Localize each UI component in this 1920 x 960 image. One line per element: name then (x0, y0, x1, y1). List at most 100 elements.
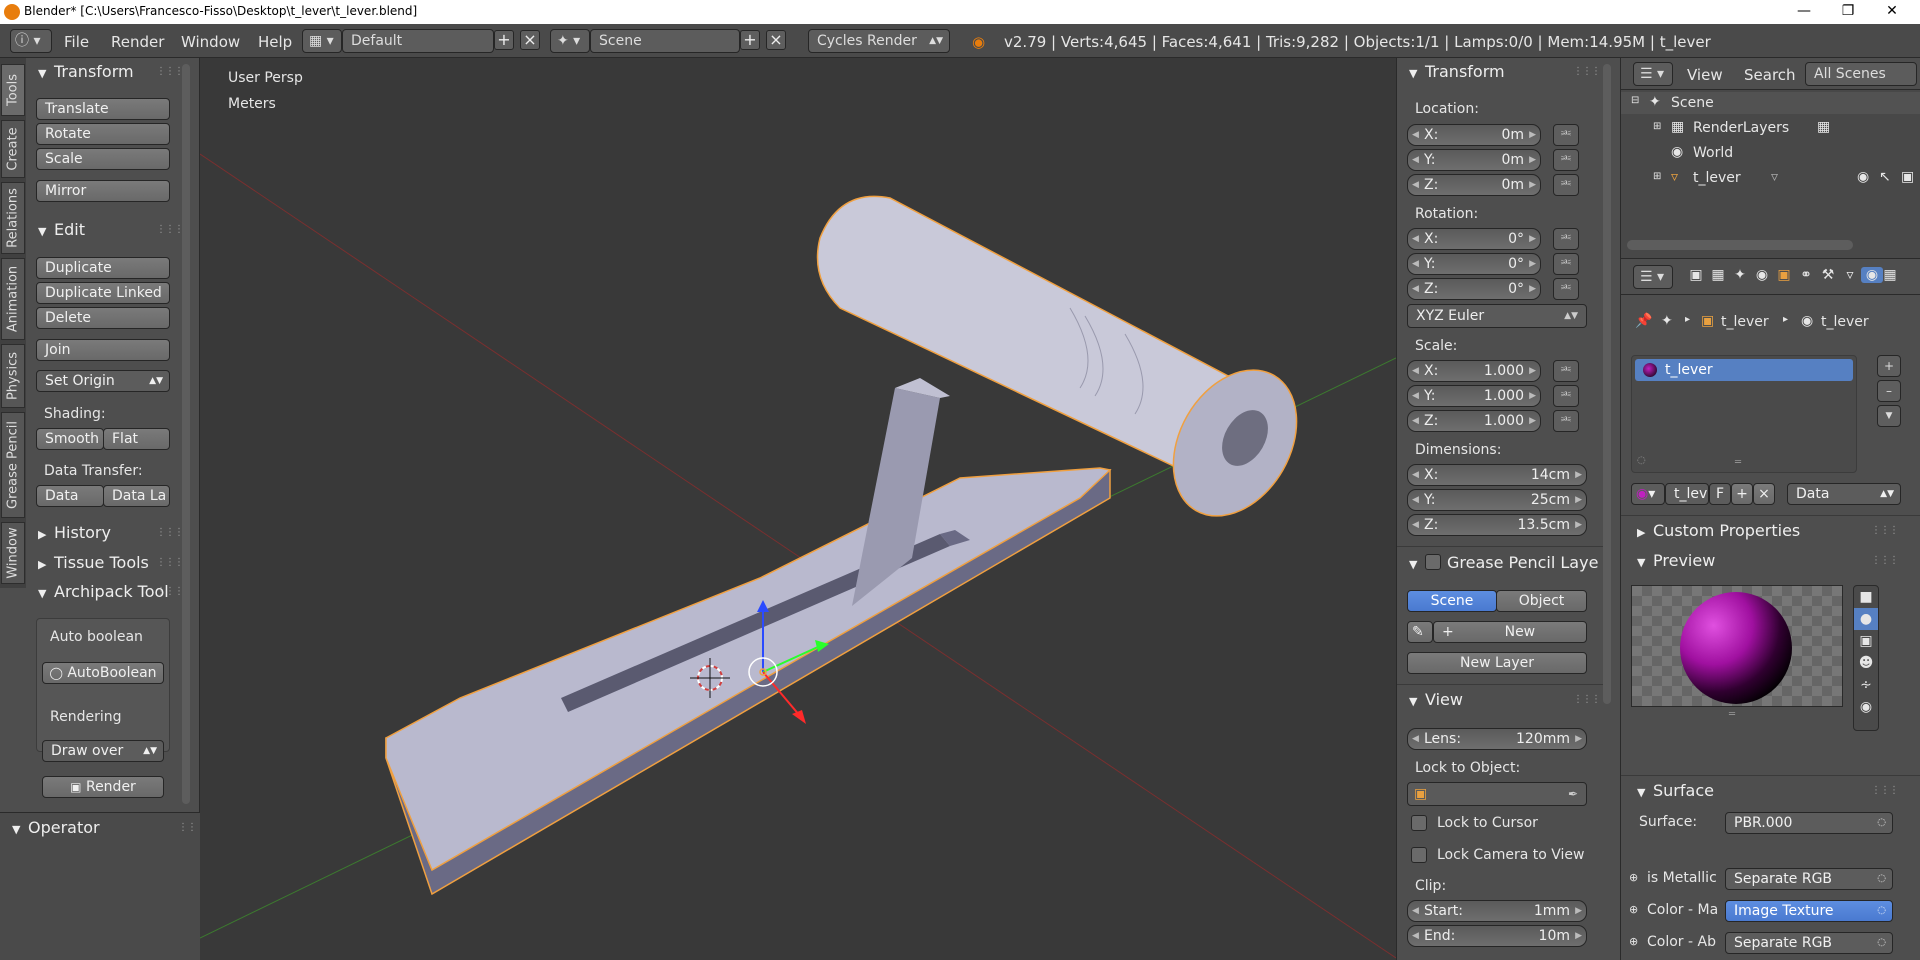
tab-relations[interactable]: Relations (1, 182, 25, 254)
rotation-mode-dropdown[interactable]: XYZ Euler ▲▼ (1407, 304, 1587, 328)
render-tab-icon[interactable]: ▣ (1685, 267, 1707, 283)
screen-layout-field[interactable]: Default (342, 29, 494, 53)
lock-icon[interactable]: ⎃ (1553, 410, 1579, 432)
monkey-preview-icon[interactable]: ☻ (1854, 652, 1878, 674)
drag-handle-icon[interactable]: ⋮⋮ (178, 822, 197, 833)
tissue-tools-panel-header[interactable]: ▶ Tissue Tools (38, 553, 149, 577)
properties-editor-type[interactable]: ☰ ▾ (1633, 265, 1673, 289)
custom-properties-header[interactable]: ▶ Custom Properties (1637, 521, 1800, 545)
browse-material-button[interactable]: ◉▾ (1631, 483, 1665, 505)
auto-boolean-button[interactable]: ◯ AutoBoolean (42, 662, 164, 684)
selectability-cursor-icon[interactable]: ↖ (1879, 169, 1891, 185)
duplicate-linked-button[interactable]: Duplicate Linked (36, 282, 170, 304)
smooth-button[interactable]: Smooth (36, 428, 104, 450)
modifiers-tab-icon[interactable]: ⚒ (1817, 267, 1839, 283)
flat-button[interactable]: Flat (103, 428, 170, 450)
drag-handle-icon[interactable]: ⋮⋮⋮ (1871, 555, 1899, 566)
scene-canvas[interactable] (200, 58, 1396, 960)
display-mode-dropdown[interactable]: All Scenes (1805, 62, 1917, 86)
new-material-button[interactable]: + (1731, 483, 1753, 505)
world-tab-icon[interactable]: ◉ (1751, 267, 1773, 283)
duplicate-button[interactable]: Duplicate (36, 257, 170, 279)
constraints-tab-icon[interactable]: ⚭ (1795, 267, 1817, 283)
drag-handle-icon[interactable]: ⋮⋮⋮ (156, 66, 184, 77)
join-button[interactable]: Join (36, 339, 170, 361)
tab-physics[interactable]: Physics (1, 344, 25, 408)
drag-handle-icon[interactable]: ⋮⋮⋮ (156, 586, 184, 597)
socket-expand-icon[interactable]: ⊕ (1629, 903, 1638, 916)
slot-specials-icon[interactable]: ▼ (1877, 405, 1901, 427)
lock-icon[interactable]: ⎃ (1553, 253, 1579, 275)
input-is-metallic-link[interactable]: Separate RGB ◌ (1725, 868, 1893, 890)
menu-help[interactable]: Help (258, 33, 292, 51)
add-slot-button[interactable]: + (1877, 355, 1901, 377)
grease-pencil-layer-header[interactable]: ▼ Grease Pencil Layer (1409, 552, 1599, 576)
add-scene-button[interactable]: + (740, 30, 760, 50)
list-filter-icon[interactable]: ◌ (1637, 455, 1646, 466)
lock-icon[interactable]: ⎃ (1553, 228, 1579, 250)
outliner-hscrollbar[interactable] (1627, 240, 1853, 250)
location-x-field[interactable]: ◀ X: 0m ▶ (1407, 124, 1541, 146)
scene-field[interactable]: Scene (590, 29, 740, 53)
rotation-z-field[interactable]: ◀ Z: 0° ▶ (1407, 278, 1541, 300)
operator-panel-header[interactable]: ▼ Operator (12, 818, 100, 842)
eyedropper-icon[interactable]: ✒ (1568, 783, 1578, 805)
outliner-row-scene[interactable] (1621, 92, 1920, 114)
lock-icon[interactable]: ⎃ (1553, 174, 1579, 196)
clip-start-field[interactable]: ◀ Start: 1mm ▶ (1407, 900, 1587, 922)
lock-icon[interactable]: ⎃ (1553, 124, 1579, 146)
dimensions-z-field[interactable]: ◀ Z: 13.5cm ▶ (1407, 514, 1587, 536)
data-layers-button[interactable]: Data La (103, 485, 170, 507)
location-y-field[interactable]: ◀ Y: 0m ▶ (1407, 149, 1541, 171)
outliner-menu-view[interactable]: View (1687, 66, 1723, 84)
dimensions-x-field[interactable]: ◀ X: 14cm ▶ (1407, 464, 1587, 486)
menu-file[interactable]: File (64, 33, 89, 51)
world-sphere-preview-icon[interactable]: ◉ (1854, 696, 1878, 718)
clip-end-field[interactable]: ◀ End: 10m ▶ (1407, 925, 1587, 947)
rotate-button[interactable]: Rotate (36, 123, 170, 145)
renderability-camera-icon[interactable]: ▣ (1901, 169, 1914, 185)
drag-handle-icon[interactable]: ⋮⋮⋮ (1573, 694, 1601, 705)
data-tab-icon[interactable]: ▿ (1839, 267, 1861, 283)
outliner-item-renderlayers[interactable]: RenderLayers (1693, 120, 1789, 136)
object-tab-icon[interactable]: ▣ (1773, 267, 1795, 283)
surface-header[interactable]: ▼ Surface (1637, 781, 1714, 805)
pencil-icon[interactable]: ✎ (1407, 621, 1433, 643)
expand-icon[interactable]: ⊞ (1653, 121, 1661, 132)
view-panel-header[interactable]: ▼ View (1409, 690, 1463, 714)
location-z-field[interactable]: ◀ Z: 0m ▶ (1407, 174, 1541, 196)
render-layers-tab-icon[interactable]: ▦ (1707, 267, 1729, 283)
maximize-icon[interactable]: ❐ (1826, 0, 1870, 24)
scale-y-field[interactable]: ◀ Y: 1.000 ▶ (1407, 385, 1541, 407)
visibility-eye-icon[interactable]: ◉ (1857, 169, 1869, 185)
drag-handle-icon[interactable]: ⋮⋮⋮ (1871, 785, 1899, 796)
fake-user-button[interactable]: F (1709, 483, 1731, 505)
drag-handle-icon[interactable]: ⋮⋮⋮ (1871, 525, 1899, 536)
lens-field[interactable]: ◀ Lens: 120mm ▶ (1407, 728, 1587, 750)
tab-animation[interactable]: Animation (1, 258, 25, 340)
archipack-panel-header[interactable]: ▼ Archipack Tools (38, 582, 168, 606)
render-button[interactable]: ▣ Render (42, 776, 164, 798)
outliner-menu-search[interactable]: Search (1744, 66, 1796, 84)
tab-window[interactable]: Window (1, 522, 25, 584)
surface-shader-button[interactable]: PBR.000 ◌ (1725, 812, 1893, 834)
outliner-item-t-lever[interactable]: t_lever (1693, 170, 1741, 186)
editor-type-button[interactable]: ⓘ ▾ (10, 29, 52, 53)
drag-handle-icon[interactable]: ⋮⋮⋮ (1573, 66, 1601, 77)
set-origin-dropdown[interactable]: Set Origin ▲▼ (36, 370, 170, 392)
3d-viewport[interactable]: User Persp Meters (200, 58, 1396, 960)
n-transform-header[interactable]: ▼ Transform (1409, 62, 1505, 86)
tab-create[interactable]: Create (1, 120, 25, 178)
expand-icon[interactable]: ⊞ (1653, 171, 1661, 182)
drag-handle-icon[interactable]: ⋮⋮⋮ (156, 224, 184, 235)
outliner-item-scene[interactable]: Scene (1671, 95, 1714, 111)
drag-handle-icon[interactable]: ⋮⋮⋮ (156, 527, 184, 538)
remove-layout-button[interactable]: × (520, 30, 540, 50)
preview-resize-handle[interactable]: ═ (1729, 709, 1735, 720)
n-panel-scrollbar[interactable] (1603, 64, 1611, 704)
lock-icon[interactable]: ⎃ (1553, 149, 1579, 171)
input-color-ma-link[interactable]: Image Texture ◌ (1725, 900, 1893, 922)
drag-handle-icon[interactable]: ⋮⋮⋮ (156, 557, 184, 568)
collapse-icon[interactable]: ⊟ (1631, 95, 1639, 106)
delete-button[interactable]: Delete (36, 307, 170, 329)
